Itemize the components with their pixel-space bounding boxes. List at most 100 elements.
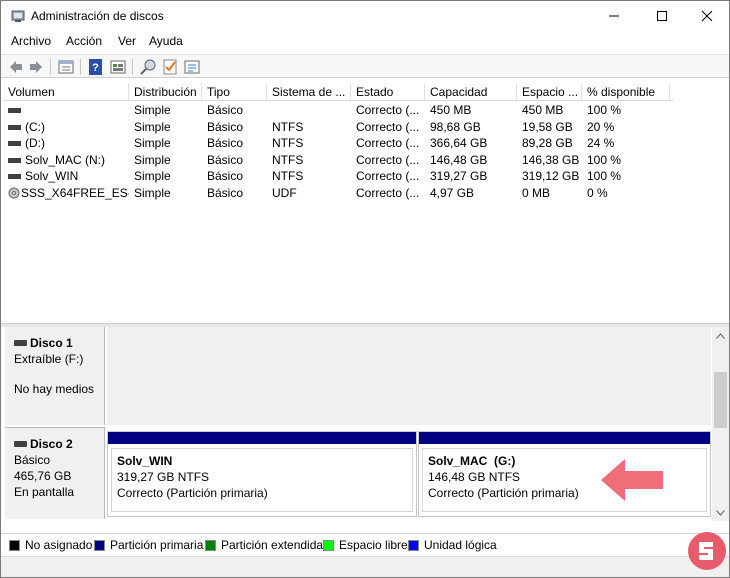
disk-volume-icon bbox=[8, 141, 21, 147]
cell-fs: UDF bbox=[272, 185, 297, 200]
menu-ayuda[interactable]: Ayuda bbox=[149, 34, 183, 48]
menu-archivo[interactable]: Archivo bbox=[11, 34, 51, 48]
connect-icon[interactable] bbox=[139, 58, 157, 76]
table-row[interactable]: Simple Básico Correcto (... 450 MB 450 M… bbox=[3, 102, 673, 119]
disk-1-label[interactable]: Disco 1 Extraíble (F:) No hay medios bbox=[5, 327, 105, 425]
disk-management-window: Administración de discos Archivo Acción … bbox=[0, 0, 730, 578]
back-icon[interactable] bbox=[7, 58, 25, 76]
menu-bar: Archivo Acción Ver Ayuda bbox=[1, 31, 729, 53]
cell-pct: 0 % bbox=[587, 185, 608, 200]
toolbar: ? bbox=[1, 54, 729, 78]
cell-fs: NTFS bbox=[272, 136, 304, 150]
cell-volume bbox=[3, 102, 129, 118]
window-title: Administración de discos bbox=[31, 9, 164, 23]
partition-name: Solv_WIN bbox=[117, 454, 173, 468]
table-header: Volumen Distribución Tipo Sistema de ...… bbox=[3, 83, 673, 101]
cell-capacity: 319,27 GB bbox=[430, 169, 488, 183]
table-row[interactable]: SSS_X64FREE_ES-E... Simple Básico UDF Co… bbox=[3, 185, 673, 202]
disk-1-line: Extraíble (F:) bbox=[14, 352, 84, 366]
partition-solv-win[interactable]: Solv_WIN 319,27 GB NTFS Correcto (Partic… bbox=[107, 431, 417, 517]
cell-status: Correcto (... bbox=[356, 119, 420, 134]
cell-layout: Simple bbox=[134, 103, 171, 117]
cell-volume: Solv_MAC (N:) bbox=[3, 152, 129, 168]
cell-fs: NTFS bbox=[272, 169, 304, 183]
table-row[interactable]: (C:) Simple Básico NTFS Correcto (... 98… bbox=[3, 119, 673, 136]
disk-2-line: En pantalla bbox=[14, 485, 75, 499]
column-header-sistema[interactable]: Sistema de ... bbox=[267, 83, 351, 101]
legend-item: Partición primaria bbox=[94, 538, 203, 552]
menu-accion[interactable]: Acción bbox=[66, 34, 102, 48]
cd-drive-icon bbox=[8, 187, 20, 199]
cell-capacity: 98,68 GB bbox=[430, 119, 481, 134]
chevron-down-icon bbox=[716, 509, 725, 516]
properties-icon[interactable] bbox=[57, 58, 75, 76]
cell-layout: Simple bbox=[134, 152, 171, 167]
column-header-espacio[interactable]: Espacio ... bbox=[517, 83, 582, 101]
legend-swatch bbox=[323, 539, 334, 551]
disk-1-line: No hay medios bbox=[14, 382, 95, 396]
close-button[interactable] bbox=[684, 1, 730, 31]
cell-status: Correcto (... bbox=[356, 103, 420, 117]
legend-label: Unidad lógica bbox=[424, 538, 497, 552]
cell-pct: 100 % bbox=[587, 103, 622, 117]
cell-free: 319,12 GB bbox=[522, 169, 580, 183]
legend-item: No asignado bbox=[9, 538, 92, 552]
cell-pct: 100 % bbox=[587, 169, 622, 183]
list-view-icon[interactable] bbox=[109, 58, 127, 76]
minimize-button[interactable] bbox=[591, 1, 637, 31]
column-header-estado[interactable]: Estado bbox=[351, 83, 425, 101]
column-header-volumen[interactable]: Volumen bbox=[3, 83, 129, 101]
maximize-button[interactable] bbox=[639, 1, 685, 31]
vertical-scrollbar[interactable] bbox=[712, 327, 729, 521]
partition-solv-mac[interactable]: Solv_MAC (G:) 146,48 GB NTFS Correcto (P… bbox=[418, 431, 711, 517]
column-header-distribucion[interactable]: Distribución bbox=[129, 83, 202, 101]
legend-label: Partición extendida bbox=[221, 538, 324, 552]
svg-text:?: ? bbox=[92, 62, 99, 74]
cell-status: Correcto (... bbox=[356, 136, 420, 150]
menu-ver[interactable]: Ver bbox=[118, 34, 136, 48]
column-header-disponible[interactable]: % disponible bbox=[582, 83, 670, 101]
partition-status: Correcto (Partición primaria) bbox=[117, 486, 268, 500]
toolbar-separator bbox=[80, 59, 81, 75]
status-bar bbox=[1, 556, 729, 577]
cell-type: Básico bbox=[207, 185, 244, 200]
scroll-down-button[interactable] bbox=[712, 504, 729, 521]
cell-type: Básico bbox=[207, 152, 244, 167]
disk-1-area bbox=[107, 327, 711, 425]
disk-1-name: Disco 1 bbox=[14, 335, 104, 351]
chevron-up-icon bbox=[716, 332, 725, 339]
settings-icon[interactable] bbox=[183, 58, 201, 76]
cell-pct: 20 % bbox=[587, 119, 615, 134]
column-header-capacidad[interactable]: Capacidad bbox=[425, 83, 517, 101]
disk-2-line: Básico bbox=[14, 453, 51, 467]
disk-2-name: Disco 2 bbox=[14, 436, 104, 452]
forward-icon[interactable] bbox=[27, 58, 45, 76]
check-icon[interactable] bbox=[161, 58, 179, 76]
table-row[interactable]: (D:) Simple Básico NTFS Correcto (... 36… bbox=[3, 135, 673, 152]
disk-volume-icon bbox=[8, 108, 21, 114]
scroll-up-button[interactable] bbox=[712, 327, 729, 344]
legend-swatch bbox=[408, 539, 419, 551]
disk-2-label[interactable]: Disco 2 Básico 465,76 GB En pantalla bbox=[5, 427, 105, 519]
column-header-tipo[interactable]: Tipo bbox=[202, 83, 267, 101]
cell-free: 89,28 GB bbox=[522, 136, 573, 150]
close-icon bbox=[701, 10, 713, 22]
cell-volume: (D:) bbox=[3, 135, 129, 151]
disk-1-line bbox=[14, 367, 104, 381]
cell-free: 146,38 GB bbox=[522, 152, 580, 167]
cell-capacity: 146,48 GB bbox=[430, 152, 488, 167]
legend-label: Partición primaria bbox=[110, 538, 204, 552]
scrollbar-thumb[interactable] bbox=[714, 372, 727, 428]
legend-bar: No asignado Partición primaria Partición… bbox=[1, 533, 729, 555]
disk-2-line: 465,76 GB bbox=[14, 469, 72, 483]
watermark-logo-icon bbox=[688, 532, 726, 570]
table-row[interactable]: Solv_WIN Simple Básico NTFS Correcto (..… bbox=[3, 168, 673, 185]
annotation-arrow-icon bbox=[601, 459, 663, 501]
help-icon[interactable]: ? bbox=[87, 58, 105, 76]
toolbar-separator bbox=[132, 59, 133, 75]
legend-item: Unidad lógica bbox=[408, 538, 497, 552]
cell-free: 0 MB bbox=[522, 185, 551, 200]
table-row[interactable]: Solv_MAC (N:) Simple Básico NTFS Correct… bbox=[3, 152, 673, 169]
cell-pct: 100 % bbox=[587, 152, 622, 167]
partition-bar bbox=[108, 432, 416, 444]
